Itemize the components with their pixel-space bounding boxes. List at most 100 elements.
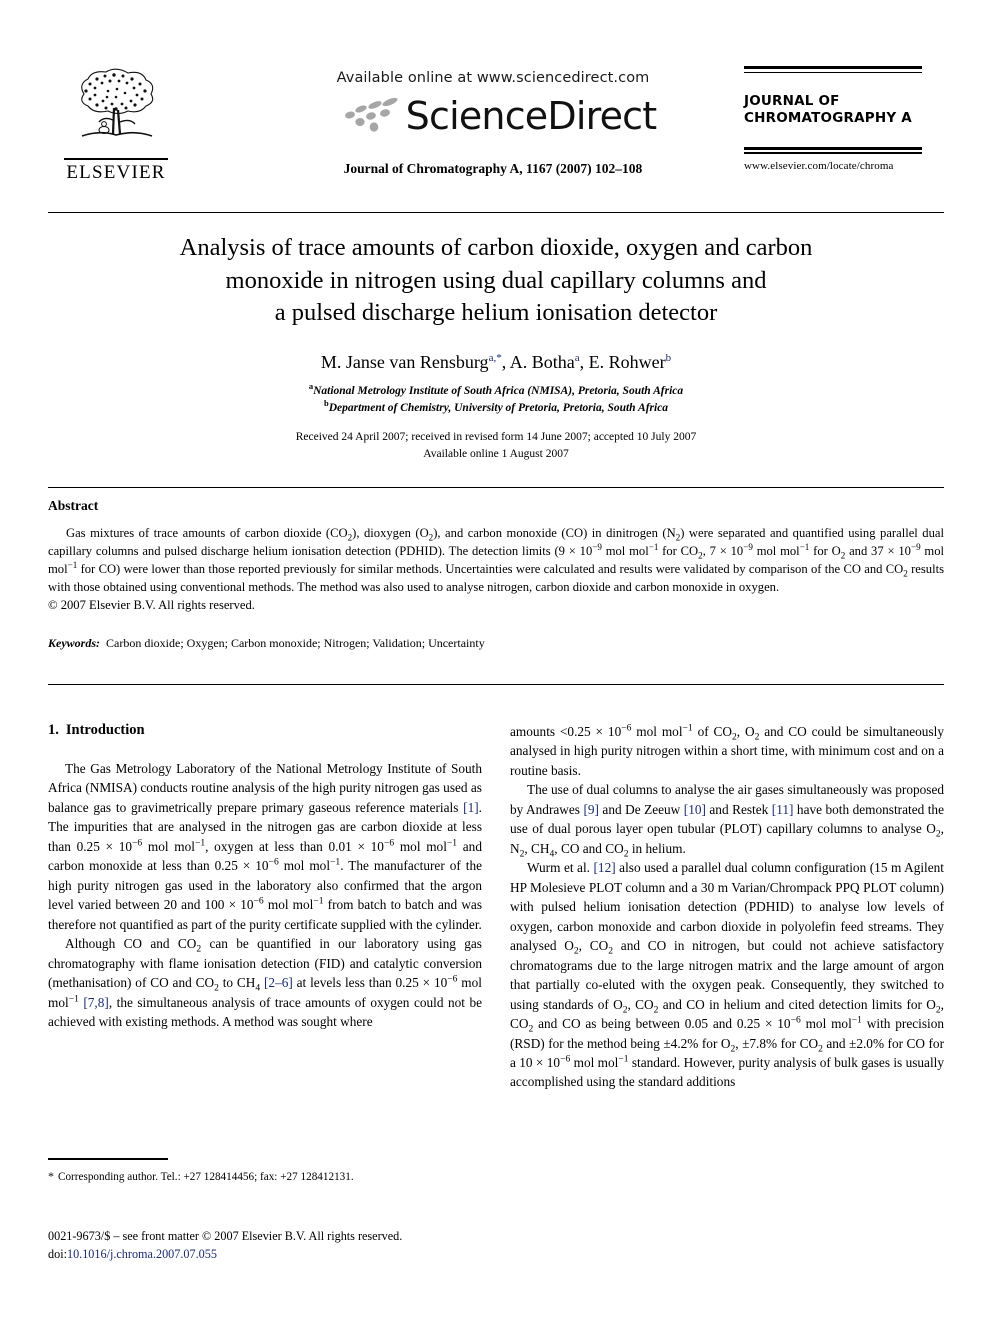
r1-c: of CO [692,724,732,739]
sciencedirect-dots-icon [344,97,398,132]
abs-t9: for O [809,543,841,558]
citation-9[interactable]: [9] [583,802,599,817]
sciencedirect-wordmark: ScienceDirect [405,94,657,138]
author-3-marker[interactable]: b [666,352,672,364]
sciencedirect-block: Available online at www.sciencedirect.co… [253,70,733,177]
elsevier-divider [64,158,168,160]
doi-line: doi:10.1016/j.chroma.2007.07.055 [48,1246,648,1264]
paragraph-right-2: The use of dual columns to analyse the a… [510,780,944,858]
doi-value[interactable]: 10.1016/j.chroma.2007.07.055 [67,1247,217,1261]
title-line-3: a pulsed discharge helium ionisation det… [274,299,718,327]
article-history: Received 24 April 2007; received in revi… [96,429,896,464]
l1-e4: −1 [446,837,458,849]
abs-t10: and 37 × 10 [845,543,911,558]
keywords-line: Keywords: Carbon dioxide; Oxygen; Carbon… [48,636,944,651]
journal-logo: JOURNAL OF CHROMATOGRAPHY A www.elsevier… [744,66,944,172]
abs-t7: , 7 × 10 [702,543,744,558]
abstract-heading: Abstract [48,498,99,513]
journal-logo-line2: CHROMATOGRAPHY A [744,109,912,126]
footnote-body: Corresponding author. Tel.: +27 12841445… [58,1170,354,1183]
abstract-copyright: © 2007 Elsevier B.V. All rights reserved… [48,597,255,612]
paragraph-intro-2: Although CO and CO2 can be quantified in… [48,934,482,1031]
l2-c: to CH [218,975,256,991]
paragraph-right-3: Wurm et al. [12] also used a parallel du… [510,858,944,1092]
abs-t6: for CO [658,543,699,558]
l2-a: Although CO and CO [65,936,197,952]
l1-c: mol mol [142,838,195,854]
footnote-text: * Corresponding author. Tel.: +27 1284144… [48,1168,482,1186]
journal-logo-line1: JOURNAL OF [744,93,840,109]
title-line-1: Analysis of trace amounts of carbon diox… [179,234,813,261]
l1-a: The Gas Metrology Laboratory of the Nati… [48,761,482,815]
elsevier-logo: ELSEVIER [56,64,176,182]
paragraph-intro-1: The Gas Metrology Laboratory of the Nati… [48,759,482,934]
section-heading-introduction: 1. Introduction [48,722,482,739]
available-online-text: Available online at www.sciencedirect.co… [336,70,650,86]
r3-e4: −1 [618,1053,629,1065]
l1-e6: −1 [330,856,341,868]
abs-t8: mol mol [752,543,800,558]
r2-f: , CH [524,840,550,856]
abs-t2: ), dioxygen (O [352,526,429,540]
citation-11[interactable]: [11] [772,802,794,817]
l1-e1: −6 [132,837,143,849]
corresponding-author-footnote: * Corresponding author. Tel.: +27 1284144… [48,1158,482,1185]
title-block: Analysis of trace amounts of carbon diox… [96,232,896,464]
r3-e: , CO [627,996,654,1012]
r1-e1: −6 [621,722,632,734]
r3-e3: −6 [560,1053,571,1065]
masthead: ELSEVIER Available online at www.science… [48,52,944,202]
l2-e1: −6 [447,973,458,985]
abstract-section: Abstract Gas mixtures of trace amounts o… [48,498,944,651]
r1-a: amounts <0.25 × 10 [510,724,622,739]
l1-e5: −6 [268,856,279,868]
citation-2-6[interactable]: [2–6] [264,975,293,990]
affiliation-a: aNational Metrology Institute of South A… [96,382,896,400]
author-1-name: M. Janse van Rensburg [320,351,489,372]
abs-e4: −1 [799,541,810,552]
footnote-marker: * [48,1168,54,1183]
keywords-value: Carbon dioxide; Oxygen; Carbon monoxide;… [106,636,485,651]
r3-c: , CO [578,938,609,954]
abs-e3: −9 [743,541,753,552]
column-left: 1. Introduction The Gas Metrology Laborat… [48,722,482,1032]
l2-h: , the simultaneous analysis of trace amo… [48,994,482,1030]
abs-t1: Gas mixtures of trace amounts of carbon … [66,526,348,540]
l1-e2: −1 [194,837,206,849]
citation-7-8[interactable]: [7,8] [83,995,108,1010]
abs-t5: mol mol [601,543,649,558]
citation-1[interactable]: [1] [463,800,479,815]
l2-e: at levels less than 0.25 × 10 [292,975,448,991]
journal-url[interactable]: www.elsevier.com/locate/chroma [744,160,944,172]
r3-f: and CO in helium and cited detection lim… [658,996,936,1012]
history-received: Received 24 April 2007; received in revi… [295,431,697,444]
page-footer: 0021-9673/$ – see front matter © 2007 El… [48,1228,648,1263]
citation-12[interactable]: [12] [594,860,616,875]
author-1-marker[interactable]: a,* [489,352,502,364]
r2-h: in helium. [628,840,686,856]
affiliation-a-text: National Metrology Institute of South Af… [313,384,684,397]
l1-d: , oxygen at less than 0.01 × 10 [205,838,384,854]
divider-above-title [48,212,944,214]
r2-g: , CO and CO [554,840,624,856]
abs-e5: −9 [910,541,921,552]
author-sep-2: , [579,351,589,372]
l1-e: mol mol [394,838,447,854]
l1-g: mol mol [278,858,331,874]
l2-e2: −1 [68,993,79,1005]
journal-logo-title: JOURNAL OF CHROMATOGRAPHY A [744,93,944,127]
issn-copyright-line: 0021-9673/$ – see front matter © 2007 El… [48,1229,403,1243]
r3-h: and CO as being between 0.05 and 0.25 × … [533,1016,791,1032]
body-columns: 1. Introduction The Gas Metrology Laborat… [48,722,944,1152]
author-2-name: A. Botha [509,351,575,372]
column-right: amounts <0.25 × 10−6 mol mol−1 of CO2, O… [510,722,944,1092]
l1-e7: −6 [253,895,264,907]
paragraph-right-1: amounts <0.25 × 10−6 mol mol−1 of CO2, O… [510,722,944,780]
citation-10[interactable]: [10] [684,802,706,817]
r1-d: , O [736,724,755,739]
elsevier-wordmark: ELSEVIER [66,161,166,183]
r3-k: , ±7.8% for CO [735,1035,819,1051]
footnote-divider [48,1158,168,1160]
page-title: Analysis of trace amounts of carbon diox… [96,232,896,330]
r3-e2: −1 [851,1014,862,1026]
